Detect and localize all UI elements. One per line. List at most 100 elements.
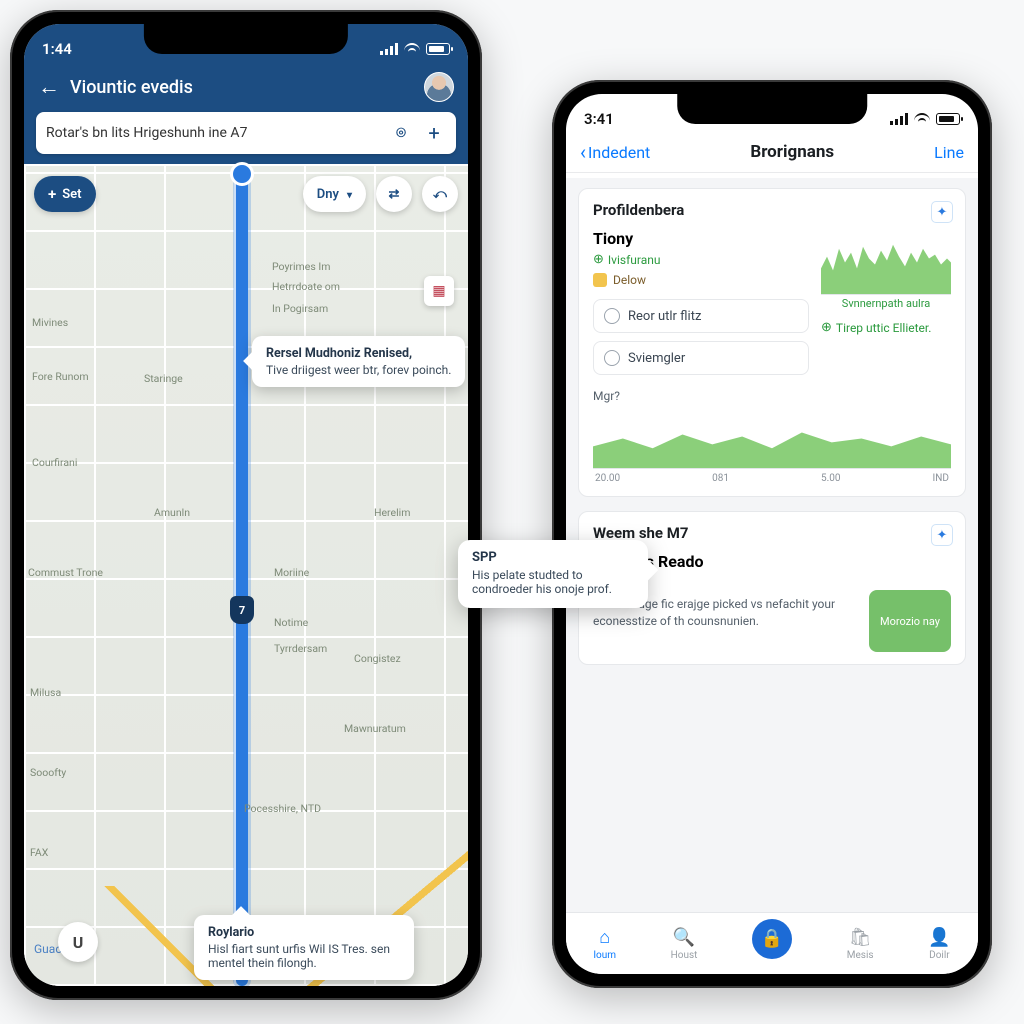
tab-label: Ioum — [593, 950, 616, 961]
sparkline-caption: Svnnernpath aulra — [821, 297, 951, 310]
radio-icon — [604, 308, 620, 324]
recenter-button[interactable]: U — [58, 922, 98, 962]
pill-icon-2[interactable]: ⤺ — [422, 176, 458, 212]
tag-icon — [593, 273, 607, 287]
nav-bar: ‹ Indedent Brorignans Line — [566, 138, 978, 173]
map-label: Sooofty — [30, 766, 66, 779]
map-label: Commust Trone — [28, 566, 103, 579]
status-bar: 3:41 — [566, 94, 978, 138]
page-title: Viountic evedis — [70, 77, 414, 98]
map-label: Mawnuratum — [344, 722, 406, 735]
search-input[interactable] — [46, 125, 380, 141]
back-button[interactable]: ← — [38, 74, 60, 100]
card-header: Profildenbera — [593, 201, 951, 219]
map-app-header: 1:44 ← Viountic evedis ⌾ + — [24, 24, 468, 164]
radio-icon — [604, 350, 620, 366]
phone-left: 1:44 ← Viountic evedis ⌾ + — [10, 10, 482, 1000]
map-label: Hetrrdoate om — [272, 280, 340, 293]
nav-back-label: Indedent — [588, 143, 650, 162]
pill-set[interactable]: + Set — [34, 176, 96, 212]
status-time: 3:41 — [584, 110, 614, 128]
tab-home[interactable]: ⌂ Ioum — [593, 927, 616, 961]
phone-right: 3:41 ‹ Indedent Brorignans Line Profilde… — [552, 80, 992, 988]
map-label: Pocesshire, NTD — [244, 802, 321, 815]
tab-center[interactable]: 🔒 — [752, 929, 792, 959]
search-icon: 🔍 — [673, 927, 695, 948]
map-label: Fore Runom — [32, 370, 89, 383]
map-label: Tyrrdersam — [274, 642, 327, 655]
wifi-icon — [914, 113, 930, 125]
sparkline-axis: 20.00 081 5.00 IND — [593, 469, 951, 484]
plus-icon: + — [48, 187, 56, 202]
sparkline-2 — [593, 403, 951, 469]
battery-icon — [426, 43, 450, 55]
search-target-icon[interactable]: ⌾ — [388, 120, 414, 146]
card-header: Weem she M7 — [593, 524, 951, 542]
pill-icon-1[interactable]: ⇄ — [376, 176, 412, 212]
search-add-button[interactable]: + — [422, 121, 446, 145]
card-chip[interactable]: Morozio nay — [869, 590, 951, 652]
map-label: In Pogirsam — [272, 302, 328, 315]
map-container[interactable]: 7 ▦ Mivines Fore Runom Courfirani Commus… — [24, 166, 468, 986]
card-title: Tiony — [593, 229, 809, 248]
map-label: Staringe — [144, 372, 183, 385]
card-action-icon[interactable]: ✦ — [931, 201, 953, 223]
map-label: Mivines — [32, 316, 68, 329]
popup-title: SPP — [472, 550, 634, 565]
chevron-left-icon: ‹ — [580, 140, 586, 164]
callout-body: Tive driigest weer btr, forev poinch. — [266, 363, 451, 377]
cross-popup[interactable]: SPP His pelate studted to condroeder his… — [458, 540, 648, 608]
map-label: Notime — [274, 616, 308, 629]
signal-icon — [380, 43, 398, 55]
wifi-icon — [404, 43, 420, 55]
tab-label: Doilr — [929, 950, 950, 961]
chevron-down-icon — [345, 187, 352, 202]
nav-action[interactable]: Line — [934, 143, 964, 162]
nav-back[interactable]: ‹ Indedent — [580, 140, 650, 164]
map-label: Milusa — [30, 686, 61, 699]
side-note[interactable]: Tirep uttic Ellieter. — [821, 320, 951, 335]
option-1[interactable]: Reor utlr flitz — [593, 299, 809, 333]
card-tag: Delow — [593, 273, 646, 287]
callout-title: Rersel Mudhoniz Renised, — [266, 346, 451, 361]
filter-pills-row: + Set Dny ⇄ ⤺ — [34, 176, 458, 212]
search-bar[interactable]: ⌾ + — [36, 112, 456, 154]
map-callout[interactable]: Rersel Mudhoniz Renised, Tive driigest w… — [252, 336, 465, 387]
tab-label: Houst — [671, 950, 698, 961]
map-label: Moriine — [274, 566, 309, 579]
avatar[interactable] — [424, 72, 454, 102]
status-time: 1:44 — [42, 40, 72, 58]
map-label: Poyrimes Im — [272, 260, 330, 273]
map-label: Courfirani — [32, 456, 77, 469]
tab-profile[interactable]: 👤 Doilr — [928, 927, 950, 961]
card-action-icon[interactable]: ✦ — [931, 524, 953, 546]
phone-right-screen: 3:41 ‹ Indedent Brorignans Line Profilde… — [566, 94, 978, 974]
pill-label: Set — [62, 187, 81, 202]
option-2[interactable]: Sviemgler — [593, 341, 809, 375]
map-label: Amunln — [154, 506, 190, 519]
pill-dny[interactable]: Dny — [303, 176, 366, 212]
route-line — [236, 166, 248, 986]
map-label: FAX — [30, 846, 48, 859]
map-layers-button[interactable]: ▦ — [424, 276, 454, 306]
nav-title: Brorignans — [750, 142, 834, 162]
card-profildenbera: Profildenbera ✦ Tiony Ivisfuranu Delow R… — [578, 188, 966, 497]
mgr-label: Mgr? — [593, 389, 951, 403]
route-shield-icon: 7 — [230, 596, 254, 624]
popup-body: His pelate studted to condroeder his ono… — [472, 568, 612, 596]
battery-icon — [936, 113, 960, 125]
card-sublink[interactable]: Ivisfuranu — [593, 252, 809, 267]
map-label: Congistez — [354, 652, 401, 665]
sparkline-1 — [821, 229, 951, 295]
tab-search[interactable]: 🔍 Houst — [671, 927, 698, 961]
status-bar: 1:44 — [24, 24, 468, 68]
bag-icon: 🛍 — [849, 927, 872, 948]
map-callout[interactable]: Roylario Hisl fiart sunt urfis Wil IS Tr… — [194, 915, 414, 980]
tab-mesis[interactable]: 🛍 Mesis — [847, 927, 874, 961]
map-label: Herelim — [374, 506, 410, 519]
nav-row: ← Viountic evedis — [24, 68, 468, 112]
pill-label: Dny — [317, 187, 339, 202]
person-icon: 👤 — [928, 927, 950, 948]
callout-title: Roylario — [208, 925, 400, 940]
tab-label: Mesis — [847, 950, 874, 961]
